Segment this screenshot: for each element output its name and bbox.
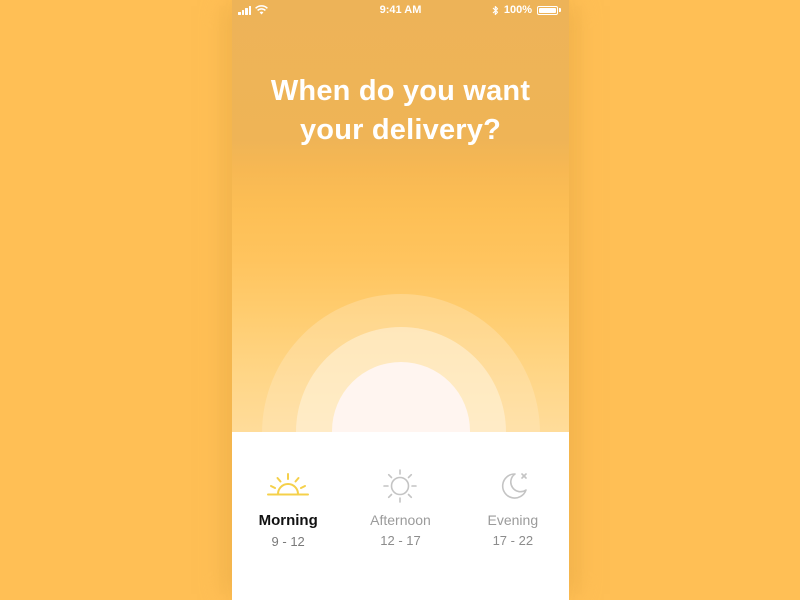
moon-icon	[501, 473, 527, 499]
option-afternoon[interactable]: Afternoon 12 - 17	[344, 468, 456, 549]
option-evening-range: 17 - 22	[492, 533, 534, 548]
option-morning[interactable]: Morning 9 - 12	[232, 468, 344, 549]
phone-screen: 9:41 AM 100% When do you want your deliv…	[232, 0, 569, 600]
bluetooth-icon	[492, 5, 498, 15]
option-evening[interactable]: Evening 17 - 22	[457, 468, 569, 549]
status-bar: 9:41 AM 100%	[232, 0, 569, 22]
app-stage: 9:41 AM 100% When do you want your deliv…	[0, 0, 800, 600]
page-title: When do you want your delivery?	[232, 72, 569, 150]
option-morning-range: 9 - 12	[271, 534, 305, 549]
option-evening-label: Evening	[487, 512, 539, 528]
status-right: 100%	[492, 4, 561, 16]
battery-percent: 100%	[503, 4, 532, 16]
page-title-line-1: When do you want	[270, 75, 531, 107]
sun-icon	[383, 469, 418, 503]
option-morning-label: Morning	[258, 512, 318, 529]
sunrise-icon	[267, 473, 310, 496]
option-afternoon-label: Afternoon	[370, 512, 431, 528]
time-options: Morning 9 - 12 Afternoon 12 - 17 Evening…	[232, 468, 569, 549]
time-picker-sheet: Morning 9 - 12 Afternoon 12 - 17 Evening…	[232, 432, 569, 600]
battery-cap	[559, 8, 561, 12]
page-title-line-2: your delivery?	[299, 114, 502, 146]
option-afternoon-range: 12 - 17	[380, 533, 421, 548]
battery-icon	[537, 5, 558, 15]
